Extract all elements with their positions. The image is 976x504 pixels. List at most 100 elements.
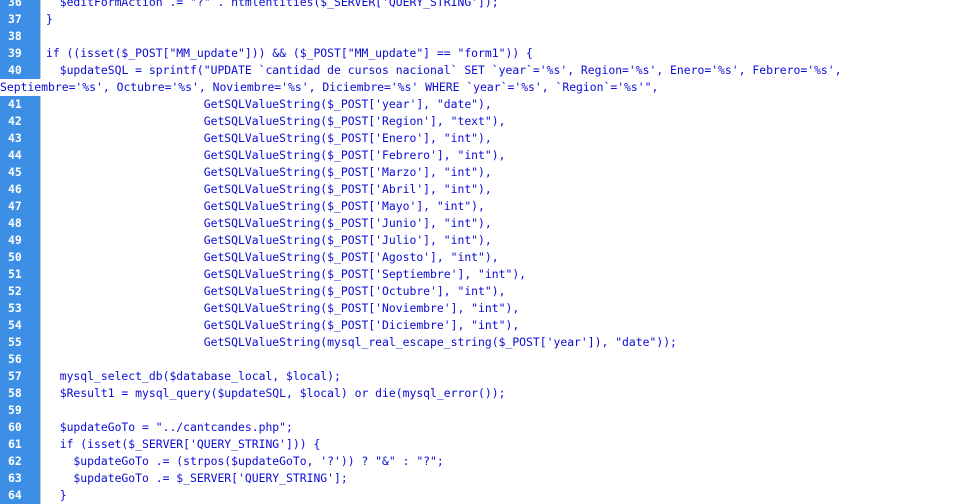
line-number-label: 58 [8,386,22,400]
line-number: 59 [0,402,40,419]
code-line[interactable]: 42 GetSQLValueString($_POST['Region'], "… [0,113,976,130]
code-text[interactable]: GetSQLValueString(mysql_real_escape_stri… [46,334,976,351]
code-text[interactable]: $updateGoTo .= $_SERVER['QUERY_STRING']; [46,470,976,487]
line-number: 50 [0,249,40,266]
code-text[interactable]: } [46,11,976,28]
code-text[interactable]: GetSQLValueString($_POST['Noviembre'], "… [46,300,976,317]
line-number: 46 [0,181,40,198]
code-text[interactable]: $editFormAction .= "?" . htmlentities($_… [46,0,976,11]
line-number: 51 [0,266,40,283]
code-text[interactable]: GetSQLValueString($_POST['Julio'], "int"… [46,232,976,249]
code-text[interactable]: $Result1 = mysql_query($updateSQL, $loca… [46,385,976,402]
line-number-label: 62 [8,454,22,468]
code-text[interactable]: $updateSQL = sprintf("UPDATE `cantidad d… [0,62,976,96]
code-text[interactable]: if (isset($_SERVER['QUERY_STRING'])) { [46,436,976,453]
line-number: 56 [0,351,40,368]
line-number-label: 53 [8,301,22,315]
code-text-segment[interactable]: $updateSQL = sprintf("UPDATE `cantidad d… [0,62,976,79]
code-line[interactable]: 45 GetSQLValueString($_POST['Marzo'], "i… [0,164,976,181]
code-text[interactable]: GetSQLValueString($_POST['Enero'], "int"… [46,130,976,147]
code-line[interactable]: 55 GetSQLValueString(mysql_real_escape_s… [0,334,976,351]
code-line[interactable]: 51 GetSQLValueString($_POST['Septiembre'… [0,266,976,283]
line-number-label: 49 [8,233,22,247]
code-line[interactable]: 64 } [0,487,976,504]
code-line[interactable]: 56 [0,351,976,368]
line-number: 57 [0,368,40,385]
code-line[interactable]: 49 GetSQLValueString($_POST['Julio'], "i… [0,232,976,249]
line-number-label: 52 [8,284,22,298]
code-text[interactable]: GetSQLValueString($_POST['year'], "date"… [46,96,976,113]
line-number-label: 44 [8,148,22,162]
code-line[interactable]: 50 GetSQLValueString($_POST['Agosto'], "… [0,249,976,266]
line-number: 62 [0,453,40,470]
line-number: 52 [0,283,40,300]
line-number-label: 60 [8,420,22,434]
code-line[interactable]: 58 $Result1 = mysql_query($updateSQL, $l… [0,385,976,402]
line-number: 64 [0,487,40,504]
code-text[interactable]: GetSQLValueString($_POST['Marzo'], "int"… [46,164,976,181]
line-number: 38 [0,28,40,45]
code-line[interactable]: 63 $updateGoTo .= $_SERVER['QUERY_STRING… [0,470,976,487]
line-number-label: 54 [8,318,22,332]
code-text[interactable]: if ((isset($_POST["MM_update"])) && ($_P… [46,45,976,62]
code-text[interactable]: GetSQLValueString($_POST['Abril'], "int"… [46,181,976,198]
line-number: 42 [0,113,40,130]
code-line[interactable]: 52 GetSQLValueString($_POST['Octubre'], … [0,283,976,300]
code-text[interactable]: GetSQLValueString($_POST['Region'], "tex… [46,113,976,130]
line-number-label: 55 [8,335,22,349]
code-line[interactable]: 53 GetSQLValueString($_POST['Noviembre']… [0,300,976,317]
code-line[interactable]: 44 GetSQLValueString($_POST['Febrero'], … [0,147,976,164]
code-line[interactable]: 47 GetSQLValueString($_POST['Mayo'], "in… [0,198,976,215]
line-number: 47 [0,198,40,215]
code-line[interactable]: 36 $editFormAction .= "?" . htmlentities… [0,0,976,11]
line-number-label: 47 [8,199,22,213]
code-line[interactable]: 48 GetSQLValueString($_POST['Junio'], "i… [0,215,976,232]
line-number: 58 [0,385,40,402]
line-number-label: 51 [8,267,22,281]
code-text[interactable]: } [46,487,976,504]
code-text[interactable]: $updateGoTo = "../cantcandes.php"; [46,419,976,436]
code-line[interactable]: 46 GetSQLValueString($_POST['Abril'], "i… [0,181,976,198]
code-line[interactable]: 39 if ((isset($_POST["MM_update"])) && ($… [0,45,976,62]
code-line[interactable]: 57 mysql_select_db($database_local, $loc… [0,368,976,385]
line-number-label: 38 [8,29,22,43]
line-number: 49 [0,232,40,249]
line-number: 45 [0,164,40,181]
code-text[interactable]: GetSQLValueString($_POST['Diciembre'], "… [46,317,976,334]
code-line[interactable]: 43 GetSQLValueString($_POST['Enero'], "i… [0,130,976,147]
code-text[interactable]: GetSQLValueString($_POST['Febrero'], "in… [46,147,976,164]
code-line[interactable]: 62 $updateGoTo .= (strpos($updateGoTo, '… [0,453,976,470]
code-text[interactable]: GetSQLValueString($_POST['Mayo'], "int")… [46,198,976,215]
code-line[interactable]: 37} [0,11,976,28]
line-number-label: 57 [8,369,22,383]
code-line[interactable]: 59 [0,402,976,419]
line-number-label: 45 [8,165,22,179]
code-line[interactable]: 54 GetSQLValueString($_POST['Diciembre']… [0,317,976,334]
line-number: 63 [0,470,40,487]
line-number-label: 46 [8,182,22,196]
line-number-label: 56 [8,352,22,366]
code-text[interactable]: $updateGoTo .= (strpos($updateGoTo, '?')… [46,453,976,470]
line-number-label: 63 [8,471,22,485]
code-editor[interactable]: 36 $editFormAction .= "?" . htmlentities… [0,0,976,504]
code-text[interactable]: mysql_select_db($database_local, $local)… [46,368,976,385]
code-text[interactable]: GetSQLValueString($_POST['Agosto'], "int… [46,249,976,266]
line-number: 36 [0,0,40,11]
line-number-label: 48 [8,216,22,230]
code-line[interactable]: 61 if (isset($_SERVER['QUERY_STRING'])) … [0,436,976,453]
code-text[interactable]: GetSQLValueString($_POST['Octubre'], "in… [46,283,976,300]
code-line[interactable]: 41 GetSQLValueString($_POST['year'], "da… [0,96,976,113]
code-line[interactable]: 60 $updateGoTo = "../cantcandes.php"; [0,419,976,436]
line-number-label: 39 [8,46,22,60]
code-text-continuation[interactable]: Septiembre='%s', Octubre='%s', Noviembre… [0,79,976,96]
code-area[interactable]: 36 $editFormAction .= "?" . htmlentities… [0,0,976,504]
code-line[interactable]: 38 [0,28,976,45]
line-number: 53 [0,300,40,317]
code-text[interactable]: GetSQLValueString($_POST['Junio'], "int"… [46,215,976,232]
line-number: 54 [0,317,40,334]
line-number: 48 [0,215,40,232]
line-number-label: 36 [8,0,22,9]
code-line[interactable]: 40 $updateSQL = sprintf("UPDATE `cantida… [0,62,976,96]
line-number: 55 [0,334,40,351]
code-text[interactable]: GetSQLValueString($_POST['Septiembre'], … [46,266,976,283]
